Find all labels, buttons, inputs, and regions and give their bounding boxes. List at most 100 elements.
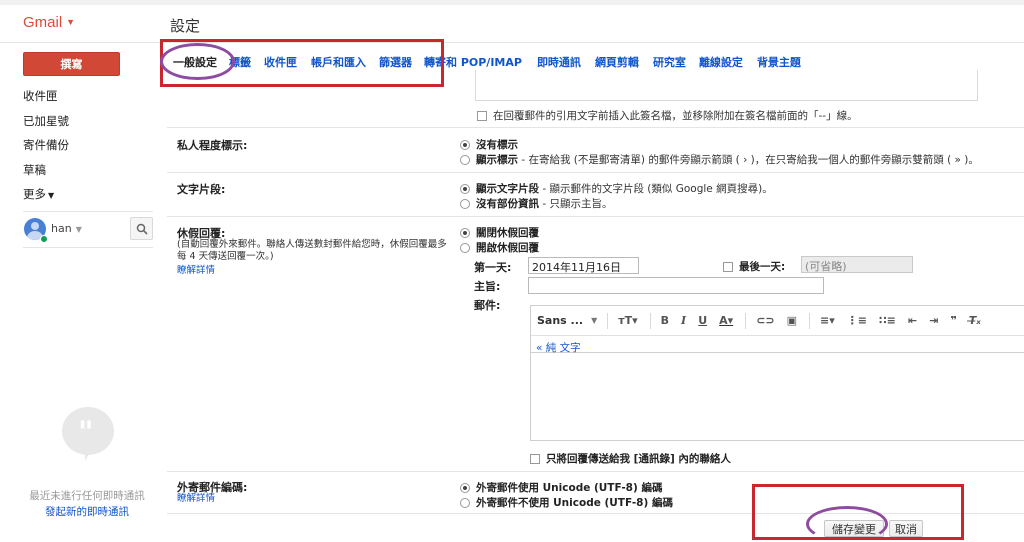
sidebar-item-drafts[interactable]: 草稿 xyxy=(23,162,69,187)
privacy-none-radio[interactable] xyxy=(460,140,470,150)
italic-icon[interactable]: I xyxy=(681,314,686,327)
hangouts-icon: " xyxy=(62,407,114,461)
subject-label: 主旨: xyxy=(474,280,501,293)
editor-toolbar: Sans ... ▼ тT▾ B I U A▾ ⊂⊃ ▣ ≡▾ ⋮≡ ∷≡ ⇤ … xyxy=(531,306,1024,336)
font-size-icon[interactable]: тT▾ xyxy=(618,314,637,327)
toolbar-divider xyxy=(649,312,651,329)
align-icon[interactable]: ≡▾ xyxy=(820,314,835,327)
privacy-show-option[interactable]: 顯示標示 - 在寄給我 (不是郵寄清單) 的郵件旁顯示箭頭 ( › )，在只寄給… xyxy=(460,152,979,167)
plain-text-link[interactable]: « 純 文字 xyxy=(536,340,581,355)
encoding-utf8-radio[interactable] xyxy=(460,483,470,493)
signature-insert-text: 在回覆郵件的引用文字前插入此簽名檔，並移除附加在簽名檔前面的「--」線。 xyxy=(493,110,858,122)
subject-input[interactable] xyxy=(528,277,824,294)
encoding-no-utf8-option[interactable]: 外寄郵件不使用 Unicode (UTF-8) 編碼 xyxy=(460,495,673,510)
signature-insert-option[interactable]: 在回覆郵件的引用文字前插入此簽名檔，並移除附加在簽名檔前面的「--」線。 xyxy=(477,108,858,123)
hangouts-empty-text: 最近未進行任何即時通訊 xyxy=(29,490,145,502)
numbered-list-icon[interactable]: ⋮≡ xyxy=(847,314,867,327)
snippets-hide-desc: - 只顯示主旨。 xyxy=(539,198,613,210)
tab-labs[interactable]: 研究室 xyxy=(653,54,686,70)
quote-icon[interactable]: ❞ xyxy=(950,314,956,327)
privacy-none-text: 沒有標示 xyxy=(476,139,518,151)
bulleted-list-icon[interactable]: ∷≡ xyxy=(879,314,896,327)
sidebar-nav: 收件匣 已加星號 寄件備份 草稿 更多 ▼ xyxy=(23,88,69,211)
text-color-icon[interactable]: A▾ xyxy=(719,314,733,327)
vacation-off-text: 關閉休假回覆 xyxy=(476,227,539,239)
search-icon xyxy=(136,223,148,235)
snippets-show-option[interactable]: 顯示文字片段 - 顯示郵件的文字片段 (類似 Google 網頁搜尋)。 xyxy=(460,181,773,196)
snippets-show-radio[interactable] xyxy=(460,184,470,194)
snippets-hide-radio[interactable] xyxy=(460,199,470,209)
last-day-checkbox[interactable] xyxy=(723,262,733,272)
privacy-show-radio[interactable] xyxy=(460,155,470,165)
sidebar-item-inbox[interactable]: 收件匣 xyxy=(23,88,69,113)
tab-web-clips[interactable]: 網頁剪輯 xyxy=(595,54,639,70)
encoding-utf8-option[interactable]: 外寄郵件使用 Unicode (UTF-8) 編碼 xyxy=(460,480,662,495)
first-day-input[interactable]: 2014年11月16日 xyxy=(528,257,639,274)
user-menu[interactable]: han ▼ xyxy=(51,222,82,235)
compose-button[interactable]: 撰寫 xyxy=(23,52,120,76)
sidebar-divider xyxy=(23,247,153,248)
sidebar-item-sent[interactable]: 寄件備份 xyxy=(23,137,69,162)
first-day-label: 第一天: xyxy=(474,261,512,274)
toolbar-divider xyxy=(607,312,609,329)
contacts-only-text: 只將回覆傳送給我 [通訊錄] 內的聯絡人 xyxy=(546,453,731,465)
tab-offline[interactable]: 離線設定 xyxy=(699,54,743,70)
vacation-off-option[interactable]: 關閉休假回覆 xyxy=(460,225,539,240)
tab-themes[interactable]: 背景主題 xyxy=(757,54,801,70)
last-day-label: 最後一天: xyxy=(739,261,786,273)
sidebar-item-more-label: 更多 xyxy=(23,187,46,201)
indent-more-icon[interactable]: ⇥ xyxy=(929,314,938,327)
signature-editor[interactable] xyxy=(475,70,978,101)
encoding-no-utf8-text: 外寄郵件不使用 Unicode (UTF-8) 編碼 xyxy=(476,497,673,509)
encoding-no-utf8-radio[interactable] xyxy=(460,498,470,508)
encoding-utf8-text: 外寄郵件使用 Unicode (UTF-8) 編碼 xyxy=(476,482,663,494)
privacy-show-text: 顯示標示 xyxy=(476,154,518,166)
clear-formatting-icon[interactable]: T̶ₓ xyxy=(969,314,981,327)
start-hangout-link[interactable]: 發起新的即時通訊 xyxy=(22,504,152,520)
last-day-input[interactable]: (可省略) xyxy=(801,256,913,273)
annotation-circle xyxy=(806,506,888,542)
privacy-label: 私人程度標示: xyxy=(177,139,248,152)
snippets-hide-option[interactable]: 沒有部份資訊 - 只顯示主旨。 xyxy=(460,196,612,211)
online-status-icon xyxy=(40,235,48,243)
chevron-down-icon: ▼ xyxy=(66,17,76,27)
top-strip xyxy=(0,0,1024,5)
sidebar-item-starred[interactable]: 已加星號 xyxy=(23,113,69,138)
tab-chat[interactable]: 即時通訊 xyxy=(537,54,581,70)
chevron-down-icon: ▼ xyxy=(591,316,598,325)
link-icon[interactable]: ⊂⊃ xyxy=(756,314,774,327)
section-divider xyxy=(167,127,1024,128)
search-people-button[interactable] xyxy=(130,217,153,240)
sidebar-item-more[interactable]: 更多 ▼ xyxy=(23,186,69,211)
snippets-show-desc: - 顯示郵件的文字片段 (類似 Google 網頁搜尋)。 xyxy=(539,183,773,195)
vacation-description: (自動回覆外來郵件。聯絡人傳送數封郵件給您時，休假回覆最多每 4 天傳送回覆一次… xyxy=(177,239,447,262)
vacation-on-option[interactable]: 開啟休假回覆 xyxy=(460,240,539,255)
signature-insert-checkbox[interactable] xyxy=(477,111,487,121)
section-divider xyxy=(167,172,1024,173)
hangouts-empty: 最近未進行任何即時通訊 發起新的即時通訊 xyxy=(22,488,152,520)
caret-down-icon: ▼ xyxy=(48,191,55,200)
vacation-learn-more-link[interactable]: 瞭解詳情 xyxy=(177,265,215,277)
encoding-learn-more-link[interactable]: 瞭解詳情 xyxy=(177,493,215,505)
contacts-only-checkbox[interactable] xyxy=(530,454,540,464)
vacation-message-editor: Sans ... ▼ тT▾ B I U A▾ ⊂⊃ ▣ ≡▾ ⋮≡ ∷≡ ⇤ … xyxy=(530,305,1024,441)
vacation-on-text: 開啟休假回覆 xyxy=(476,242,539,254)
vacation-off-radio[interactable] xyxy=(460,228,470,238)
gmail-logo[interactable]: Gmail ▼ xyxy=(23,14,75,31)
contacts-only-option[interactable]: 只將回覆傳送給我 [通訊錄] 內的聯絡人 xyxy=(530,451,731,466)
toolbar-divider xyxy=(809,312,811,329)
underline-icon[interactable]: U xyxy=(698,314,707,327)
caret-down-icon: ▼ xyxy=(75,225,82,234)
last-day-option[interactable]: 最後一天: xyxy=(723,259,785,274)
avatar-head xyxy=(31,222,39,230)
page-title: 設定 xyxy=(170,17,201,35)
image-icon[interactable]: ▣ xyxy=(787,314,797,327)
bold-icon[interactable]: B xyxy=(661,314,669,327)
privacy-none-option[interactable]: 沒有標示 xyxy=(460,137,518,152)
message-body-input[interactable] xyxy=(531,352,1024,442)
privacy-show-desc: - 在寄給我 (不是郵寄清單) 的郵件旁顯示箭頭 ( › )，在只寄給我一個人的… xyxy=(518,154,979,166)
vacation-on-radio[interactable] xyxy=(460,243,470,253)
header-divider xyxy=(0,42,1024,43)
indent-less-icon[interactable]: ⇤ xyxy=(908,314,917,327)
font-family-select[interactable]: Sans ... xyxy=(537,314,583,327)
